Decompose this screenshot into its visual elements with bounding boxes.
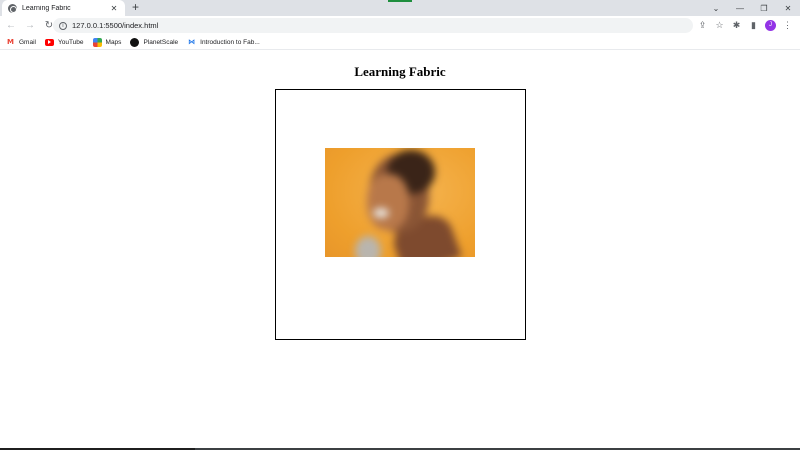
- tab-learning-fabric[interactable]: Learning Fabric ✕: [2, 0, 125, 16]
- new-tab-button[interactable]: +: [129, 1, 142, 14]
- minimize-button[interactable]: —: [728, 4, 752, 13]
- youtube-icon: [44, 38, 54, 46]
- photo-microphone: [355, 236, 381, 257]
- fabric-canvas[interactable]: [275, 89, 526, 340]
- close-window-button[interactable]: ✕: [776, 4, 800, 13]
- planetscale-icon: [130, 37, 140, 47]
- photo-mouth: [373, 208, 389, 218]
- bookmark-maps[interactable]: Maps: [92, 37, 122, 47]
- toolbar-actions: ⇪ ☆ ✱ ▮ J ⋮: [694, 17, 796, 34]
- canvas-image[interactable]: [325, 148, 475, 257]
- back-button[interactable]: ←: [3, 18, 19, 34]
- tab-search-icon[interactable]: ⌄: [704, 4, 728, 13]
- bookmark-gmail[interactable]: M Gmail: [6, 38, 36, 47]
- bookmark-youtube[interactable]: YouTube: [44, 38, 84, 46]
- url-text: 127.0.0.1:5500/index.html: [72, 21, 159, 30]
- bookmark-label: YouTube: [57, 38, 84, 46]
- bookmarks-bar: M Gmail YouTube Maps PlanetScale ⋈ Intro…: [0, 35, 800, 50]
- gmail-icon: M: [7, 37, 14, 46]
- tab-strip: Learning Fabric ✕ + ⌄ — ❐ ✕: [0, 0, 800, 16]
- bookmark-label: Gmail: [19, 38, 36, 46]
- share-icon[interactable]: ⇪: [694, 17, 711, 34]
- browser-toolbar: ← → ↻ i 127.0.0.1:5500/index.html ⇪ ☆ ✱ …: [0, 16, 800, 35]
- blurred-photo: [325, 148, 475, 257]
- forward-button[interactable]: →: [22, 18, 38, 34]
- tab-close-icon[interactable]: ✕: [109, 4, 119, 13]
- photo-face: [367, 174, 409, 230]
- bookmark-planetscale[interactable]: PlanetScale: [130, 37, 179, 47]
- bookmark-introduction[interactable]: ⋈ Introduction to Fab...: [187, 38, 260, 47]
- tab-indicator: [388, 0, 412, 2]
- page-title: Learning Fabric: [354, 64, 446, 79]
- maps-icon: [92, 37, 102, 47]
- restore-button[interactable]: ❐: [752, 4, 776, 13]
- intro-icon: ⋈: [188, 37, 196, 46]
- bookmark-label: Maps: [105, 38, 122, 46]
- profile-avatar[interactable]: J: [765, 20, 776, 31]
- bookmark-star-icon[interactable]: ☆: [711, 17, 728, 34]
- info-icon[interactable]: i: [59, 21, 67, 30]
- tab-title: Learning Fabric: [22, 4, 71, 12]
- address-bar[interactable]: i 127.0.0.1:5500/index.html: [53, 18, 693, 33]
- globe-icon: [8, 3, 17, 13]
- extensions-icon[interactable]: ✱: [728, 17, 745, 34]
- kebab-menu-icon[interactable]: ⋮: [779, 17, 796, 34]
- bookmark-label: PlanetScale: [143, 38, 179, 46]
- side-panel-icon[interactable]: ▮: [745, 17, 762, 34]
- bookmark-label: Introduction to Fab...: [200, 38, 260, 46]
- window-controls: ⌄ — ❐ ✕: [704, 0, 800, 16]
